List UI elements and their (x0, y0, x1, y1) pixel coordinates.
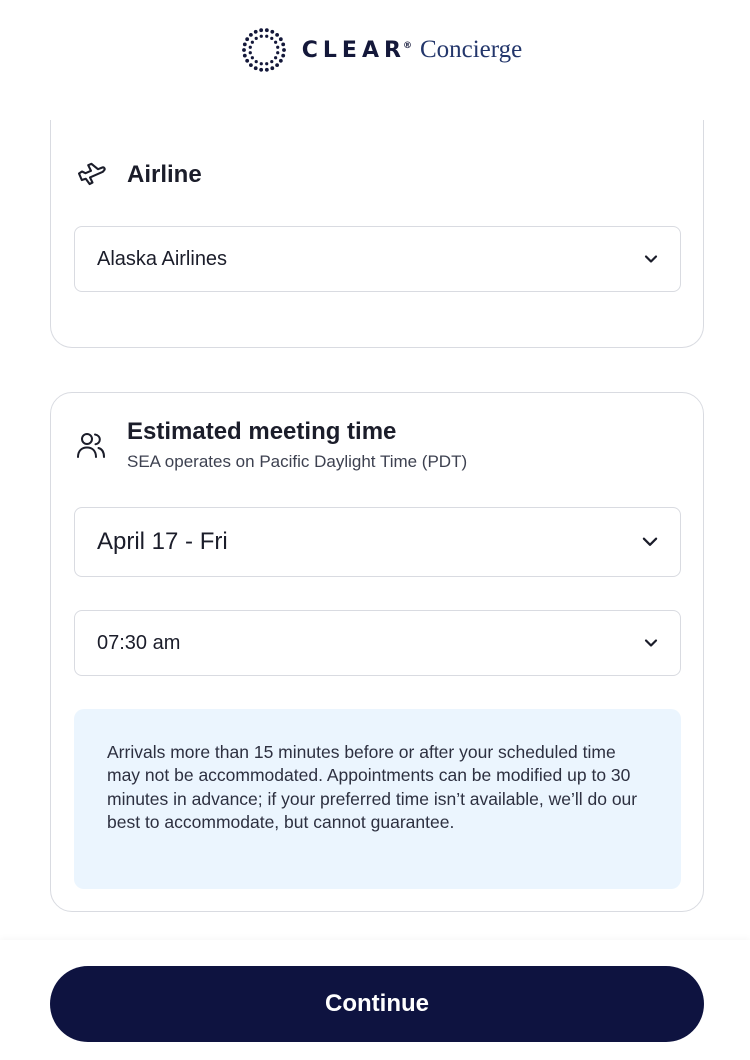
time-select-value: 07:30 am (97, 631, 181, 654)
date-select-value: April 17 - Fri (97, 528, 228, 555)
meeting-title: Estimated meeting time (127, 418, 397, 445)
chevron-down-icon (642, 537, 658, 546)
date-select[interactable]: April 17 - Fri (74, 507, 681, 577)
brand-logo: CLEAR® Concierge (240, 26, 522, 74)
timezone-note: SEA operates on Pacific Daylight Time (P… (127, 452, 468, 471)
arrival-policy-notice: Arrivals more than 15 minutes before or … (74, 709, 681, 889)
header: CLEAR® Concierge (0, 0, 750, 100)
clear-logo-icon (241, 28, 286, 72)
airplane-icon (77, 162, 106, 186)
brand-product: Concierge (419, 36, 523, 63)
meeting-section-header: Estimated meeting time SEA operates on P… (75, 417, 467, 473)
brand-name: CLEAR® (301, 37, 412, 63)
arrival-policy-text: Arrivals more than 15 minutes before or … (107, 742, 638, 832)
airline-select[interactable]: Alaska Airlines (74, 226, 681, 292)
people-icon (77, 433, 105, 458)
airline-card: Airline Alaska Airlines (50, 120, 704, 348)
chevron-down-icon (644, 255, 658, 263)
airline-title: Airline (127, 161, 202, 188)
page: CLEAR® Concierge Airline Alaska Airlines (0, 0, 750, 1060)
airline-section-header: Airline (75, 160, 202, 192)
chevron-down-icon (644, 639, 658, 647)
footer: Continue (0, 940, 750, 1060)
continue-button[interactable]: Continue (50, 966, 704, 1042)
time-select[interactable]: 07:30 am (74, 610, 681, 676)
airline-select-value: Alaska Airlines (97, 247, 228, 270)
meeting-time-card: Estimated meeting time SEA operates on P… (50, 392, 704, 912)
